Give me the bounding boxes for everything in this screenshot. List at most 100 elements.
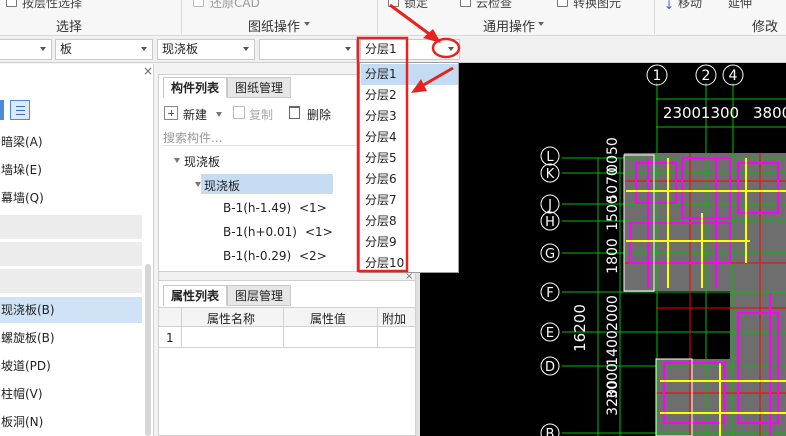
restore-cad-button[interactable]: 还原CAD [210,0,260,11]
ribbon-separator [181,0,182,34]
divider [159,347,415,348]
drawing-ops-group-label[interactable]: 图纸操作 [248,16,300,35]
cloud-check-button[interactable]: 云检查 [476,0,512,11]
top-dimensions: 2300 1300 3800 [663,104,786,122]
type-combo[interactable]: 现浇板 [157,39,255,60]
type-item-spiral-slab[interactable]: 螺旋板(B) [0,325,142,351]
axis-label: 2 [702,68,711,84]
column-axis-bubbles: 1 2 4 [646,64,744,86]
ribbon-separator [654,0,655,34]
chevron-down-icon [243,47,249,51]
dim-text: 2300 [663,104,701,122]
axis-label: K [546,167,555,182]
layer-option-6[interactable]: 分层6 [361,169,458,190]
copy-button[interactable]: 复制 [249,106,273,123]
type-item-column-cap[interactable]: 柱帽(V) [0,381,142,407]
axis-label: F [546,286,553,301]
axis-label: 4 [729,68,738,84]
category-header[interactable] [0,215,142,239]
tab-drawing-manage[interactable]: 图纸管理 [227,77,292,98]
close-icon[interactable]: × [143,64,153,78]
chevron-down-icon[interactable] [216,112,222,117]
type-value: 现浇板 [162,42,199,56]
select-group-label: 选择 [56,20,83,35]
tab-layer-manage[interactable]: 图层管理 [227,285,292,306]
new-button[interactable]: 新建 [183,106,207,123]
chevron-down-icon [40,47,46,51]
drawing-ops-chevron-icon[interactable] [304,22,310,26]
type-item-wall-pier[interactable]: 墙垛(E) [0,157,142,183]
dim-text: 3200 [605,380,621,416]
dim-text: 1800 [605,238,621,274]
component-combo[interactable] [259,39,357,60]
ribbon-toolbar: 按层性选择 选择 还原CAD 图纸操作 锁定 云检查 转换图元 通用操作 ↓ 移… [0,0,786,36]
layer-combo[interactable]: 分层1 [360,39,460,60]
type-item-ramp[interactable]: 坡道(PD) [0,353,142,379]
type-item-curtain-wall[interactable]: 幕墙(Q) [0,185,142,211]
floor-combo[interactable] [0,39,52,60]
layer-dropdown-list[interactable]: 分层1 分层2 分层3 分层4 分层5 分层6 分层7 分层8 分层9 分层10 [359,62,459,273]
chevron-down-icon [345,47,351,51]
layer-option-4[interactable]: 分层4 [361,127,458,148]
axis-label: B [546,427,555,436]
layer-option-1[interactable]: 分层1 [361,64,458,85]
type-item-hidden-beam[interactable]: 暗梁(A) [0,129,142,155]
layer-option-5[interactable]: 分层5 [361,148,458,169]
type-item-cast-slab[interactable]: 现浇板(B) [0,297,142,323]
search-component-input[interactable]: 搜索构件... [163,129,222,146]
left-panel-scrollbar[interactable] [145,264,151,436]
left-dimensions: 5070 0050 1500 1800 2000 1400 3000 3200 … [571,137,621,416]
component-row-name[interactable]: B-1(h-0.29) [223,249,291,263]
component-row-count: <1> [299,201,327,215]
axis-label: D [545,360,555,375]
chevron-down-icon [448,47,454,51]
component-row-count: <2> [299,249,327,263]
property-row-index: 1 [166,331,174,345]
common-ops-chevron-icon[interactable] [538,22,544,26]
cloud-check-icon [460,0,471,7]
layer-option-3[interactable]: 分层3 [361,106,458,127]
layer-option-9[interactable]: 分层9 [361,232,458,253]
view-toggle-icon[interactable] [0,100,4,120]
new-icon [164,106,178,120]
lock-button[interactable]: 锁定 [404,0,428,11]
convert-element-button[interactable]: 转换图元 [573,0,621,11]
dim-text: 3800 [753,104,786,122]
list-view-icon[interactable] [10,100,30,120]
divider [377,307,378,347]
tree-collapse-icon[interactable] [195,182,201,187]
cad-drawing[interactable]: 1 2 4 2300 1300 3800 L K J H G F E [420,63,786,436]
cad-drawing-canvas[interactable]: 1 2 4 2300 1300 3800 L K J H G F E [420,63,786,436]
extend-button[interactable]: 延伸 [728,0,752,11]
category-header[interactable] [0,269,142,293]
move-button[interactable]: 移动 [678,0,702,11]
delete-button[interactable]: 删除 [307,106,331,123]
tab-component-list[interactable]: 构件列表 [163,77,228,98]
chevron-down-icon [141,47,147,51]
component-row-name[interactable]: B-1(h-1.49) [223,201,291,215]
property-value-header: 属性值 [310,312,347,326]
divider [181,307,182,347]
category-combo[interactable]: 板 [55,39,153,60]
layer-option-7[interactable]: 分层7 [361,190,458,211]
tree-collapse-icon[interactable] [174,158,180,163]
tab-property-list[interactable]: 属性列表 [163,285,228,306]
category-header[interactable] [0,242,142,266]
dim-text: 1500 [605,195,621,231]
component-row-count: <1> [305,225,333,239]
common-ops-group-label[interactable]: 通用操作 [483,16,535,35]
axis-label: L [546,150,554,165]
layer-option-2[interactable]: 分层2 [361,85,458,106]
layer-option-10[interactable]: 分层10 [361,253,458,274]
tree-child-cast-slab[interactable]: 现浇板 [204,177,240,194]
modify-group-label[interactable]: 修改 [752,16,778,35]
layer-value: 分层1 [365,42,397,56]
select-by-property-button[interactable]: 按层性选择 [22,0,82,11]
slab-gap [656,291,730,336]
type-item-slab-hole[interactable]: 板洞(N) [0,409,142,435]
divider [283,307,284,347]
layer-option-8[interactable]: 分层8 [361,211,458,232]
component-row-name[interactable]: B-1(h+0.01) [223,225,297,239]
row-axis-bubbles: L K J H G F E D B [540,146,560,436]
tree-root-cast-slab[interactable]: 现浇板 [184,153,220,170]
